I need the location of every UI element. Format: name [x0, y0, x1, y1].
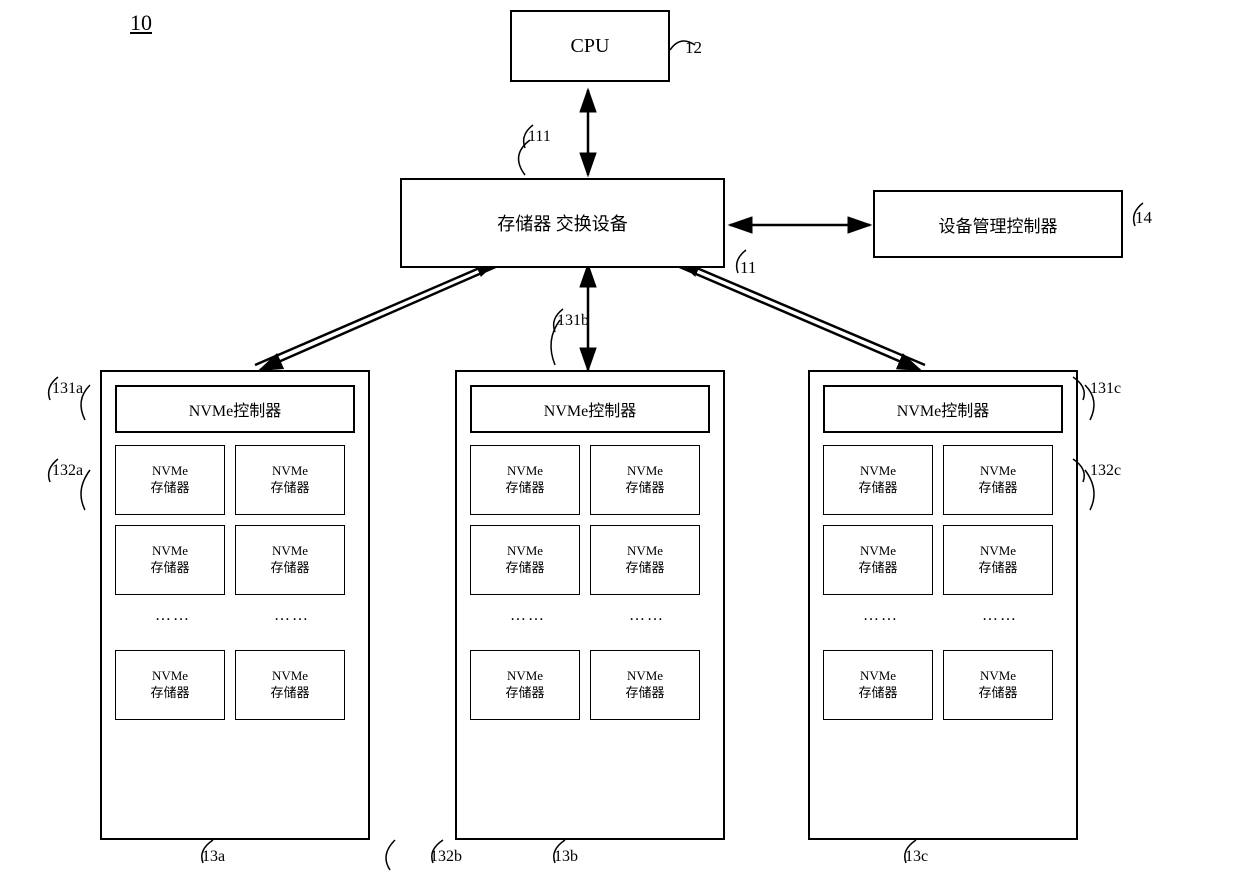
nvme-controller-a: NVMe控制器 [115, 385, 355, 433]
cpu-box: CPU [510, 10, 670, 82]
diagram: 10 CPU 12 111 存储器 交换设备 11 设备管理控制器 14 131… [0, 0, 1240, 877]
nvme-storage-c-r3c2: NVMe存储器 [943, 650, 1053, 720]
dots-c-c2: …… [975, 607, 1025, 625]
nvme-storage-a-r2c2: NVMe存储器 [235, 525, 345, 595]
dots-b-c2: …… [622, 607, 672, 625]
group-a [100, 370, 370, 840]
nvme-storage-b-r1c1: NVMe存储器 [470, 445, 580, 515]
switch-label: 存储器 交换设备 [497, 210, 628, 236]
nvme-storage-c-r3c1: NVMe存储器 [823, 650, 933, 720]
label-13c: 13c [905, 848, 928, 866]
nvme-storage-a-r3c1: NVMe存储器 [115, 650, 225, 720]
nvme-storage-b-r2c1: NVMe存储器 [470, 525, 580, 595]
nvme-storage-b-r1c2: NVMe存储器 [590, 445, 700, 515]
label-131a: 131a [52, 380, 83, 398]
label-13a: 13a [202, 848, 225, 866]
dots-c-c1: …… [856, 607, 906, 625]
nvme-storage-c-r1c1: NVMe存储器 [823, 445, 933, 515]
dots-a-c2: …… [267, 607, 317, 625]
nvme-storage-a-r1c1: NVMe存储器 [115, 445, 225, 515]
cpu-label: CPU [571, 35, 610, 58]
label-13b: 13b [554, 848, 578, 866]
nvme-storage-c-r2c2: NVMe存储器 [943, 525, 1053, 595]
nvme-storage-b-r2c2: NVMe存储器 [590, 525, 700, 595]
nvme-controller-b: NVMe控制器 [470, 385, 710, 433]
dots-a-c1: …… [148, 607, 198, 625]
nvme-storage-a-r1c2: NVMe存储器 [235, 445, 345, 515]
nvme-controller-c: NVMe控制器 [823, 385, 1063, 433]
nvme-storage-a-r3c2: NVMe存储器 [235, 650, 345, 720]
device-mgr-box: 设备管理控制器 [873, 190, 1123, 258]
label-132b: 132b [430, 848, 462, 866]
label-111: 111 [528, 128, 551, 146]
group-b [455, 370, 725, 840]
nvme-storage-c-r1c2: NVMe存储器 [943, 445, 1053, 515]
switch-ref: 11 [740, 258, 756, 278]
group-c [808, 370, 1078, 840]
device-mgr-label: 设备管理控制器 [939, 212, 1058, 237]
nvme-storage-c-r2c1: NVMe存储器 [823, 525, 933, 595]
label-132c: 132c [1090, 462, 1121, 480]
label-131c: 131c [1090, 380, 1121, 398]
label-132a: 132a [52, 462, 83, 480]
nvme-storage-b-r3c1: NVMe存储器 [470, 650, 580, 720]
device-mgr-ref: 14 [1135, 208, 1152, 228]
nvme-storage-a-r2c1: NVMe存储器 [115, 525, 225, 595]
dots-b-c1: …… [503, 607, 553, 625]
switch-box: 存储器 交换设备 [400, 178, 725, 268]
label-131b: 131b [557, 312, 589, 330]
nvme-storage-b-r3c2: NVMe存储器 [590, 650, 700, 720]
cpu-ref: 12 [685, 38, 702, 58]
diagram-label-10: 10 [130, 10, 152, 36]
